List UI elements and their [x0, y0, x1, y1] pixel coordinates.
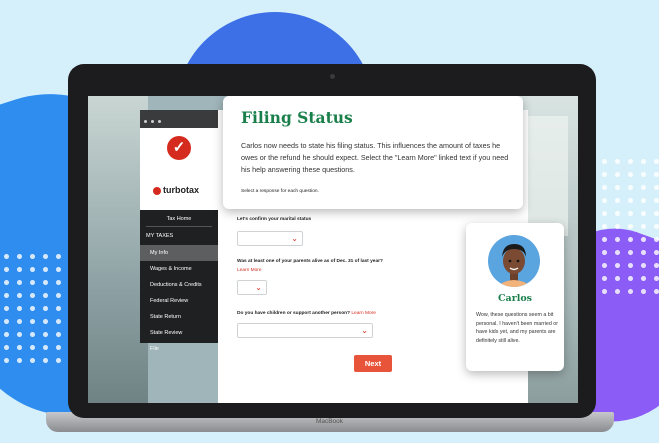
- laptop-label: MacBook: [315, 418, 344, 425]
- dot-pattern: [585, 155, 659, 295]
- page-title: Filing Status: [241, 108, 353, 127]
- sidebar-section-heading: MY TAXES: [146, 233, 174, 239]
- learn-more-link[interactable]: Learn More: [237, 268, 262, 273]
- hint-text: Select a response for each question.: [241, 189, 319, 194]
- learn-more-link[interactable]: Learn More: [351, 311, 376, 316]
- sidebar-item-wages-income[interactable]: Wages & Income: [140, 261, 218, 277]
- window-titlebar: [140, 110, 218, 128]
- chevron-down-icon: ⌄: [255, 283, 262, 292]
- brand-logo[interactable]: turbotax: [153, 185, 199, 195]
- question-parents-alive: Was at least one of your parents alive a…: [237, 259, 383, 264]
- next-button[interactable]: Next: [354, 355, 392, 372]
- logo-area: ✓ turbotax: [140, 128, 218, 210]
- parents-alive-select[interactable]: ⌄: [237, 280, 267, 295]
- sidebar-item-federal-review[interactable]: Federal Review: [140, 293, 218, 309]
- screen: ✓ turbotax Tax Home MY TAXES My Info Wag…: [88, 96, 578, 403]
- chevron-down-icon: ⌄: [361, 326, 368, 335]
- brand-dot-icon: [153, 186, 161, 195]
- camera-icon: [330, 74, 335, 79]
- character-name: Carlos: [497, 293, 532, 304]
- question-marital-status: Let's confirm your marital status: [237, 217, 312, 222]
- character-quote: Wow, these questions seem a bit personal…: [476, 312, 558, 344]
- sidebar-item-tax-home[interactable]: Tax Home: [146, 210, 212, 227]
- sidebar-item-my-info[interactable]: My Info: [140, 245, 218, 261]
- sidebar-item-deductions-credits[interactable]: Deductions & Credits: [140, 277, 218, 293]
- character-card: Carlos Wow, these questions seem a bit p…: [466, 223, 564, 371]
- sidebar-item-file[interactable]: File: [140, 341, 218, 357]
- background-photo: [88, 96, 148, 403]
- chevron-down-icon: ⌄: [291, 234, 298, 243]
- sidebar-item-state-review[interactable]: State Review: [140, 325, 218, 341]
- sidebar: ✓ turbotax Tax Home MY TAXES My Info Wag…: [140, 110, 218, 352]
- avatar: [488, 235, 540, 287]
- sidebar-item-state-return[interactable]: State Return: [140, 309, 218, 325]
- dependents-select[interactable]: ⌄: [237, 323, 373, 338]
- question-dependents: Do you have children or support another …: [237, 311, 376, 316]
- marital-status-select[interactable]: ⌄: [237, 231, 303, 246]
- filing-status-card: Filing Status Carlos now needs to state …: [223, 96, 523, 209]
- instruction-text: Carlos now needs to state his filing sta…: [241, 141, 509, 174]
- brand-name: turbotax: [163, 185, 199, 195]
- checkmark-icon: ✓: [167, 136, 191, 160]
- laptop-frame: ✓ turbotax Tax Home MY TAXES My Info Wag…: [68, 64, 596, 418]
